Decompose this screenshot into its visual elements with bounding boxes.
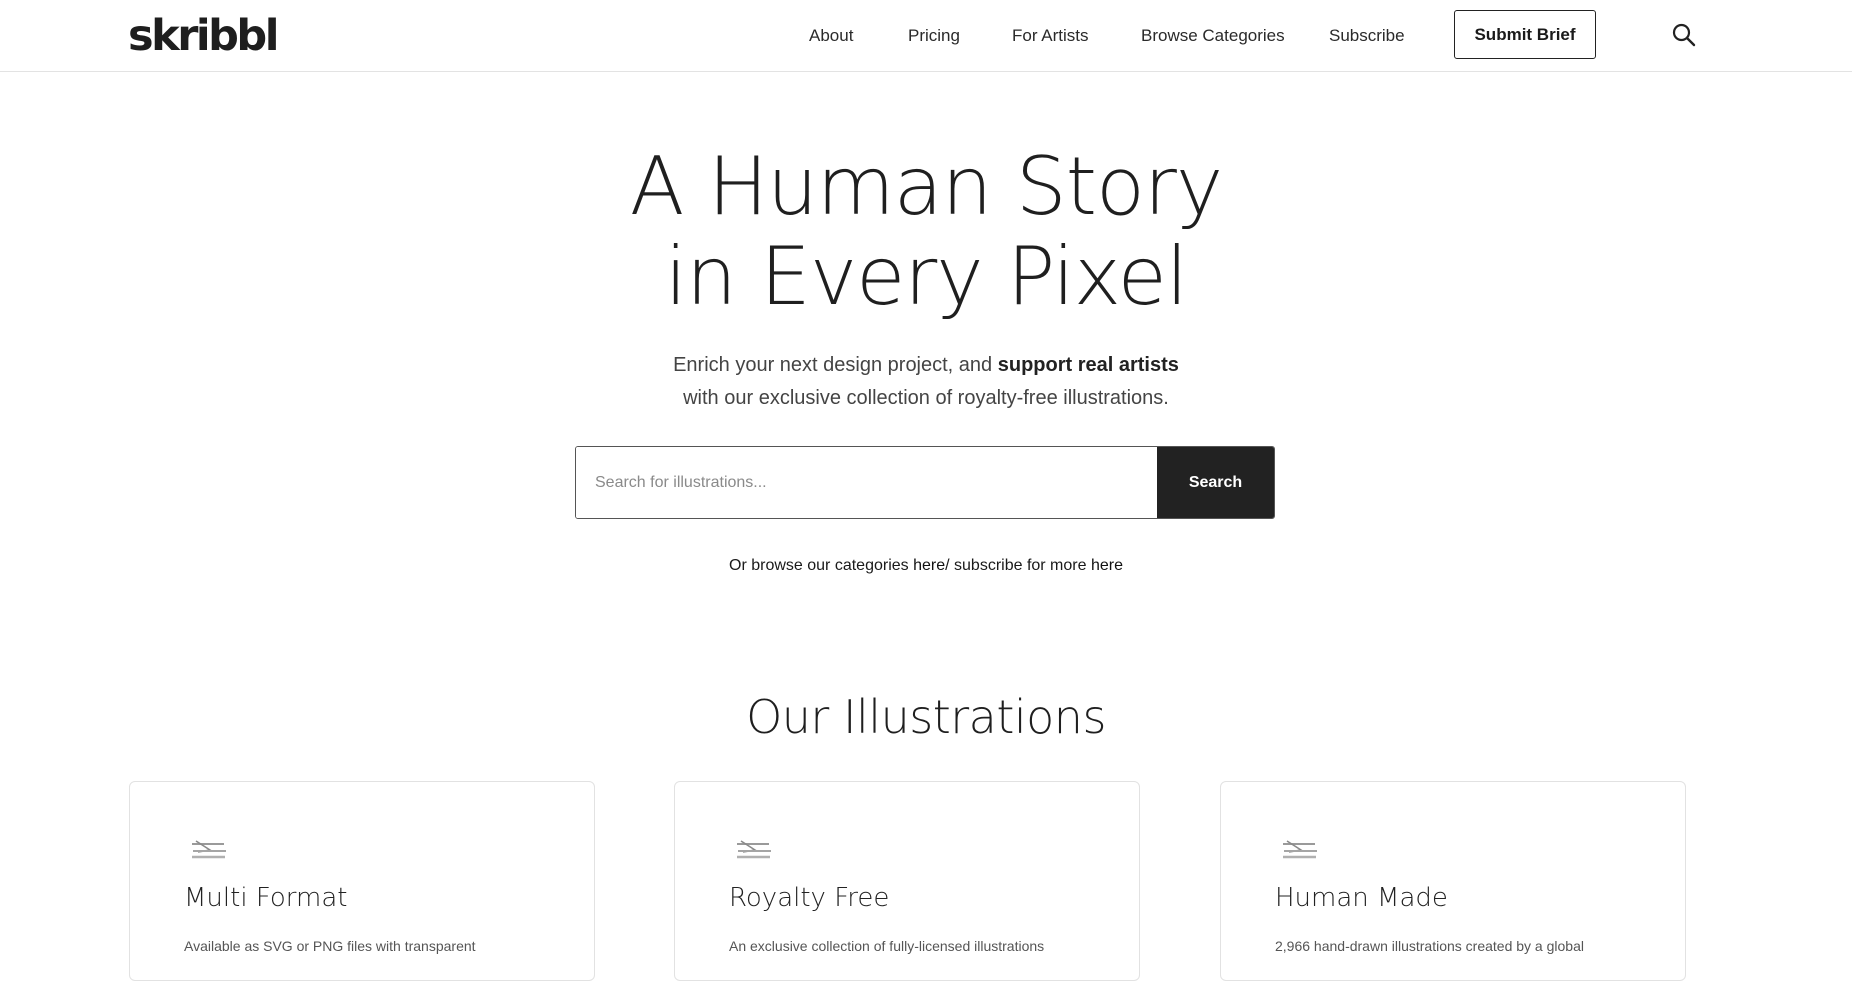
hero-subtitle: Enrich your next design project, and sup… <box>0 349 1852 415</box>
subscribe-link[interactable]: here <box>1091 557 1123 574</box>
hero-title-line1: A Human Story <box>629 140 1223 233</box>
nav-pricing[interactable]: Pricing <box>908 24 960 48</box>
logo[interactable]: skribbl <box>128 10 279 62</box>
hero-subtitle-text: Enrich your next design project, and <box>673 354 998 376</box>
browse-middle: / subscribe for more <box>945 557 1091 574</box>
hero-subtitle-emphasis: support real artists <box>997 354 1179 376</box>
sketch-icon <box>1281 838 1319 862</box>
feature-card: Human Made 2,966 hand-drawn illustration… <box>1220 781 1686 981</box>
hero-subtitle-line2: with our exclusive collection of royalty… <box>683 387 1169 409</box>
browse-line: Or browse our categories here/ subscribe… <box>0 555 1852 577</box>
section-title: Our Illustrations <box>746 690 1106 744</box>
sketch-icon <box>735 838 773 862</box>
site-header: skribbl About Pricing For Artists Browse… <box>0 0 1852 72</box>
nav-browse-categories[interactable]: Browse Categories <box>1141 24 1285 48</box>
browse-prefix: Or browse our categories <box>729 557 914 574</box>
feature-card: Multi Format Available as SVG or PNG fil… <box>129 781 595 981</box>
browse-categories-link[interactable]: here <box>913 557 945 574</box>
card-title: Human Made <box>1275 883 1448 913</box>
card-title: Multi Format <box>184 883 348 913</box>
nav-for-artists[interactable]: For Artists <box>1012 24 1089 48</box>
submit-brief-button[interactable]: Submit Brief <box>1454 10 1596 59</box>
hero-title: A Human Story in Every Pixel <box>0 142 1852 322</box>
card-text: An exclusive collection of fully-license… <box>729 938 1045 954</box>
search-button[interactable]: Search <box>1157 447 1274 518</box>
search-form: Search <box>575 446 1275 519</box>
nav-subscribe[interactable]: Subscribe <box>1329 24 1405 48</box>
search-icon[interactable] <box>1672 23 1696 47</box>
hero-title-line2: in Every Pixel <box>664 230 1188 323</box>
nav-about[interactable]: About <box>809 24 853 48</box>
card-text: 2,966 hand-drawn illustrations created b… <box>1275 938 1584 954</box>
sketch-icon <box>190 838 228 862</box>
search-input[interactable] <box>576 447 1157 518</box>
card-title: Royalty Free <box>729 883 890 913</box>
feature-card: Royalty Free An exclusive collection of … <box>674 781 1140 981</box>
hero-subtitle-line1: Enrich your next design project, and sup… <box>0 349 1852 382</box>
card-text: Available as SVG or PNG files with trans… <box>184 938 476 954</box>
